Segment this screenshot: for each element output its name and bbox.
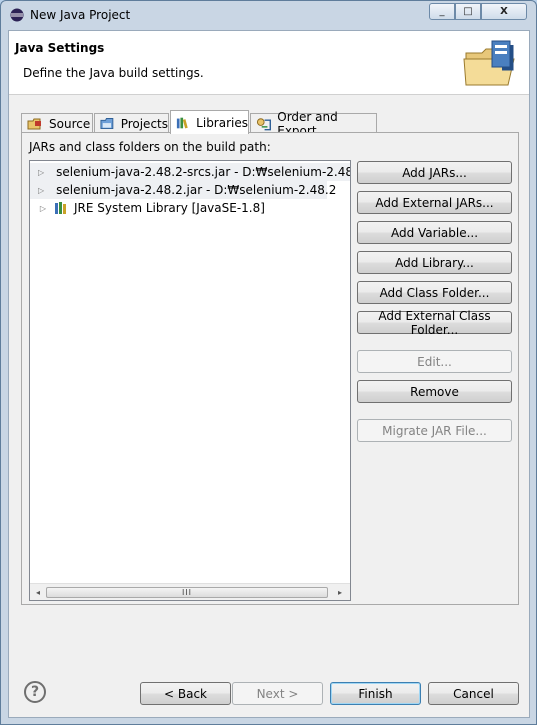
add-external-class-folder-button[interactable]: Add External Class Folder...	[357, 309, 512, 337]
tab-order-and-export[interactable]: Order and Export	[250, 110, 377, 138]
minimize-button[interactable]: _	[429, 3, 455, 20]
title-bar[interactable]: New Java Project _ □ X	[1, 1, 536, 29]
page-title: Java Settings	[15, 41, 105, 55]
help-icon[interactable]: ?	[24, 681, 46, 703]
close-button[interactable]: X	[481, 3, 527, 20]
close-icon: X	[500, 6, 508, 17]
add-library-button[interactable]: Add Library...	[357, 251, 512, 274]
back-button[interactable]: < Back	[140, 682, 231, 705]
scroll-thumb[interactable]: III	[46, 587, 328, 598]
order-export-icon	[256, 117, 272, 130]
maximize-icon: □	[463, 6, 473, 17]
edit-button[interactable]: Edit...	[357, 350, 512, 373]
migrate-jar-button[interactable]: Migrate JAR File...	[357, 419, 512, 442]
horizontal-scrollbar[interactable]: ◂ III ▸	[30, 583, 350, 600]
expand-arrow-icon[interactable]: ▷	[38, 204, 48, 213]
source-icon	[27, 118, 41, 129]
tree-item[interactable]: ▷ JRE System Library [JavaSE-1.8]	[30, 199, 265, 217]
finish-button[interactable]: Finish	[330, 682, 421, 705]
next-button[interactable]: Next >	[232, 682, 323, 705]
new-java-project-window: New Java Project _ □ X Java Settings Def…	[0, 0, 537, 725]
tab-source[interactable]: Source	[21, 113, 93, 133]
tab-projects[interactable]: Projects	[94, 113, 169, 133]
libraries-label: JARs and class folders on the build path…	[29, 140, 271, 154]
tree-item-label: selenium-java-2.48.2-srcs.jar - D:₩selen…	[56, 165, 351, 179]
tree-item-label: selenium-java-2.48.2.jar - D:₩selenium-2…	[56, 183, 337, 197]
page-description: Define the Java build settings.	[23, 66, 204, 80]
maximize-button[interactable]: □	[455, 3, 481, 20]
add-class-folder-button[interactable]: Add Class Folder...	[357, 281, 512, 304]
scroll-right-icon[interactable]: ▸	[333, 586, 347, 599]
dialog-client-area: Java Settings Define the Java build sett…	[8, 30, 530, 718]
cancel-button[interactable]: Cancel	[428, 682, 519, 705]
window-title: New Java Project	[30, 8, 131, 22]
tab-libraries[interactable]: Libraries	[170, 110, 249, 134]
libraries-panel: JARs and class folders on the build path…	[21, 132, 519, 605]
tree-item[interactable]: ▷ 010 selenium-java-2.48.2-srcs.jar - D:…	[30, 163, 350, 181]
expand-arrow-icon[interactable]: ▷	[38, 186, 44, 195]
eclipse-icon	[10, 8, 24, 22]
java-folder-icon	[463, 40, 515, 86]
build-path-tree[interactable]: ▷ 010 selenium-java-2.48.2-srcs.jar - D:…	[29, 160, 351, 601]
add-external-jars-button[interactable]: Add External JARs...	[357, 191, 512, 214]
library-icon	[55, 202, 66, 214]
libraries-icon	[176, 117, 188, 128]
projects-icon	[100, 117, 114, 129]
tree-item-label: JRE System Library [JavaSE-1.8]	[74, 201, 265, 215]
add-jars-button[interactable]: Add JARs...	[357, 161, 512, 184]
tab-label: Source	[49, 116, 91, 131]
tree-item[interactable]: ▷ 010 selenium-java-2.48.2.jar - D:₩sele…	[30, 181, 336, 199]
tab-label: Projects	[120, 116, 168, 131]
tab-label: Libraries	[196, 115, 248, 130]
expand-arrow-icon[interactable]: ▷	[38, 168, 44, 177]
scroll-left-icon[interactable]: ◂	[31, 586, 45, 599]
remove-button[interactable]: Remove	[357, 380, 512, 403]
wizard-header: Java Settings Define the Java build sett…	[9, 31, 529, 95]
add-variable-button[interactable]: Add Variable...	[357, 221, 512, 244]
minimize-icon: _	[439, 6, 445, 17]
